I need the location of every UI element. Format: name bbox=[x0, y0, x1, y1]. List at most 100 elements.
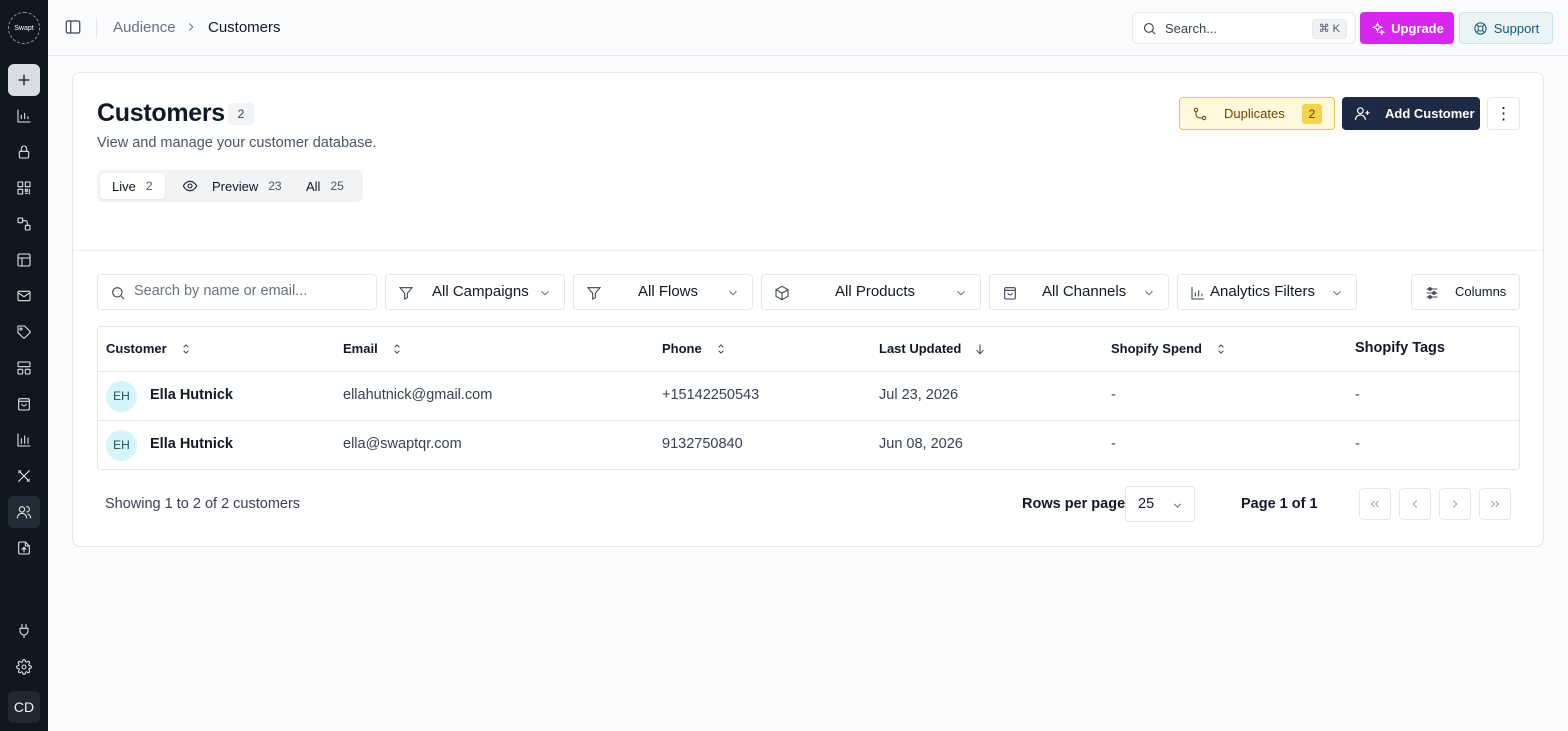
analytics-icon bbox=[17, 433, 31, 447]
sidebar-toggle-button[interactable] bbox=[64, 18, 84, 38]
table-row[interactable]: EH Ella Hutnick ellahutnick@gmail.com +1… bbox=[98, 372, 1519, 421]
card-header: Customers 2 View and manage your custome… bbox=[73, 73, 1543, 251]
sort-icon bbox=[1218, 343, 1224, 354]
search-shortcut: ⌘ K bbox=[1311, 19, 1347, 39]
tab-preview[interactable]: Preview 23 bbox=[170, 173, 294, 199]
rows-per-page-select[interactable]: 25 bbox=[1125, 486, 1195, 522]
flows-filter-value: All Flows bbox=[638, 283, 699, 300]
create-button[interactable] bbox=[8, 64, 40, 96]
flow-icon bbox=[17, 217, 31, 231]
support-button[interactable]: Support bbox=[1459, 12, 1553, 44]
sidebar-item-security[interactable] bbox=[8, 136, 40, 168]
global-search[interactable]: Search... ⌘ K bbox=[1132, 12, 1356, 44]
shopping-bag-icon bbox=[1002, 285, 1018, 301]
column-header-phone[interactable]: Phone bbox=[662, 341, 728, 356]
filter-icon bbox=[398, 285, 414, 301]
sort-icon bbox=[394, 343, 400, 354]
page-subtitle: View and manage your customer database. bbox=[97, 135, 377, 151]
chevron-down-icon bbox=[1142, 286, 1156, 300]
duplicates-label: Duplicates bbox=[1224, 106, 1285, 121]
more-options-button[interactable]: ⋮ bbox=[1487, 97, 1520, 130]
users-icon bbox=[16, 506, 32, 519]
flows-filter[interactable]: All Flows bbox=[573, 274, 753, 310]
sidebar-item-analytics[interactable] bbox=[8, 424, 40, 456]
customer-name[interactable]: Ella Hutnick bbox=[150, 387, 233, 403]
products-filter[interactable]: All Products bbox=[761, 274, 981, 310]
columns-label: Columns bbox=[1455, 284, 1507, 299]
column-header-last-updated[interactable]: Last Updated bbox=[879, 341, 987, 356]
chevron-down-icon bbox=[954, 286, 968, 300]
columns-button[interactable]: Columns bbox=[1411, 274, 1520, 310]
sidebar-item-tags[interactable] bbox=[8, 316, 40, 348]
column-header-shopify-tags-label: Shopify Tags bbox=[1355, 340, 1445, 356]
chevron-left-icon bbox=[1412, 500, 1418, 508]
customer-avatar: EH bbox=[106, 381, 137, 412]
column-header-shopify-spend-label: Shopify Spend bbox=[1111, 341, 1202, 356]
sidebar-item-settings[interactable] bbox=[8, 651, 40, 683]
app-logo[interactable]: Swapt bbox=[8, 12, 40, 44]
support-label: Support bbox=[1493, 20, 1540, 36]
settings-icon bbox=[16, 659, 32, 675]
customer-search-input[interactable]: Search by name or email... bbox=[97, 274, 377, 310]
customer-name[interactable]: Ella Hutnick bbox=[150, 436, 233, 452]
duplicates-count: 2 bbox=[1302, 104, 1322, 124]
breadcrumb-separator bbox=[184, 20, 200, 36]
arrow-down-icon bbox=[976, 343, 985, 354]
customer-phone: +15142250543 bbox=[662, 387, 760, 403]
bar-chart-icon bbox=[1190, 285, 1206, 301]
sidebar-item-flows[interactable] bbox=[8, 208, 40, 240]
tab-all[interactable]: All 25 bbox=[294, 173, 356, 199]
previous-page-button[interactable] bbox=[1399, 488, 1431, 520]
customer-shopify-tags: - bbox=[1355, 387, 1360, 403]
shopping-bag-icon bbox=[18, 398, 30, 411]
plus-icon bbox=[18, 74, 30, 86]
analytics-filter[interactable]: Analytics Filters bbox=[1177, 274, 1357, 310]
package-icon bbox=[774, 285, 790, 301]
first-page-button[interactable] bbox=[1359, 488, 1391, 520]
sidebar-item-messages[interactable] bbox=[8, 280, 40, 312]
sidebar-item-audience[interactable] bbox=[8, 496, 40, 528]
next-page-button[interactable] bbox=[1439, 488, 1471, 520]
chevrons-right-icon bbox=[1491, 500, 1500, 508]
customer-shopify-tags: - bbox=[1355, 436, 1360, 452]
chevron-down-icon bbox=[1173, 503, 1182, 508]
upgrade-button[interactable]: Upgrade bbox=[1360, 12, 1454, 44]
git-merge-icon bbox=[1193, 107, 1207, 121]
bar-chart-icon bbox=[17, 109, 31, 123]
user-avatar[interactable]: CD bbox=[8, 691, 40, 723]
customers-card: Customers 2 View and manage your custome… bbox=[72, 72, 1544, 547]
tab-live[interactable]: Live 2 bbox=[100, 173, 165, 199]
sidebar-item-qr-codes[interactable] bbox=[8, 172, 40, 204]
sort-icon bbox=[183, 343, 189, 354]
sidebar-item-tools[interactable] bbox=[8, 460, 40, 492]
sidebar-item-dashboard[interactable] bbox=[8, 100, 40, 132]
last-page-button[interactable] bbox=[1479, 488, 1511, 520]
channels-filter[interactable]: All Channels bbox=[989, 274, 1169, 310]
products-filter-value: All Products bbox=[835, 283, 916, 300]
column-header-shopify-spend[interactable]: Shopify Spend bbox=[1111, 341, 1228, 356]
search-icon bbox=[1143, 22, 1156, 35]
duplicates-button[interactable]: Duplicates 2 bbox=[1179, 97, 1335, 130]
sidebar-item-imports[interactable] bbox=[8, 532, 40, 564]
breadcrumb-audience[interactable]: Audience bbox=[113, 18, 176, 38]
customers-table: Customer Email Phone Last Updated Shopif… bbox=[97, 326, 1520, 470]
rows-per-page-label: Rows per page bbox=[1022, 496, 1126, 512]
channels-filter-value: All Channels bbox=[1042, 283, 1127, 300]
column-header-email[interactable]: Email bbox=[343, 341, 404, 356]
campaigns-filter[interactable]: All Campaigns bbox=[385, 274, 565, 310]
tools-icon bbox=[18, 470, 30, 482]
page-title: Customers bbox=[97, 99, 225, 127]
status-tabs: Live 2 Preview 23 All 25 bbox=[97, 170, 363, 202]
column-header-customer[interactable]: Customer bbox=[106, 341, 193, 356]
sidebar-item-templates[interactable] bbox=[8, 352, 40, 384]
lock-icon bbox=[18, 145, 30, 159]
lifebuoy-icon bbox=[1474, 21, 1487, 35]
table-row[interactable]: EH Ella Hutnick ella@swaptqr.com 9132750… bbox=[98, 421, 1519, 469]
customer-count-badge: 2 bbox=[228, 103, 254, 125]
tag-icon bbox=[17, 325, 31, 339]
sidebar-item-pages[interactable] bbox=[8, 244, 40, 276]
add-customer-button[interactable]: Add Customer bbox=[1342, 97, 1480, 130]
campaigns-filter-value: All Campaigns bbox=[432, 283, 529, 300]
sidebar-item-store[interactable] bbox=[8, 388, 40, 420]
sidebar-item-integrations[interactable] bbox=[8, 615, 40, 647]
